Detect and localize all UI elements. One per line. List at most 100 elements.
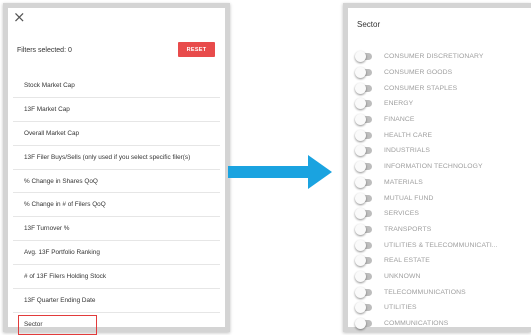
filter-item-13f-turnover[interactable]: 13F Turnover %: [13, 217, 220, 242]
sector-label: TELECOMMUNICATIONS: [384, 288, 466, 296]
sector-toggle-unknown[interactable]: UNKNOWN: [348, 269, 531, 285]
filter-item-change-in-filers[interactable]: % Change in # of Filers QoQ: [13, 193, 220, 218]
sector-list: CONSUMER DISCRETIONARY CONSUMER GOODS CO…: [348, 49, 531, 331]
toggle-switch-icon[interactable]: [355, 98, 372, 110]
filter-item-avg-portfolio-ranking[interactable]: Avg. 13F Portfolio Ranking: [13, 241, 220, 266]
toggle-switch-icon[interactable]: [355, 208, 372, 220]
arrow-right-icon: [228, 155, 332, 189]
filter-item-label: % Change in # of Filers QoQ: [24, 201, 106, 209]
filter-item-13f-filer-buys-sells[interactable]: 13F Filer Buys/Sells (only used if you s…: [13, 146, 220, 170]
sector-label: CONSUMER GOODS: [384, 69, 453, 77]
toggle-knob: [355, 161, 366, 173]
toggle-knob: [355, 67, 366, 79]
toggle-knob: [355, 129, 366, 141]
toggle-switch-icon[interactable]: [355, 145, 372, 157]
sector-toggle-transports[interactable]: TRANSPORTS: [348, 222, 531, 238]
filter-item-filers-holding-stock[interactable]: # of 13F Filers Holding Stock: [13, 265, 220, 290]
filter-item-overall-market-cap[interactable]: Overall Market Cap: [13, 122, 220, 146]
sector-toggle-industrials[interactable]: INDUSTRIALS: [348, 143, 531, 159]
sector-label: MATERIALS: [384, 178, 423, 186]
toggle-knob: [355, 98, 366, 110]
toggle-knob: [355, 286, 366, 298]
filter-item-label: 13F Filer Buys/Sells (only used if you s…: [24, 153, 191, 161]
toggle-switch-icon[interactable]: [355, 67, 372, 79]
filter-item-stock-market-cap[interactable]: Stock Market Cap: [13, 74, 220, 98]
filter-item-label: Avg. 13F Portfolio Ranking: [24, 249, 100, 257]
toggle-knob: [355, 223, 366, 235]
toggle-switch-icon[interactable]: [355, 270, 372, 282]
sector-label: COMMUNICATIONS: [384, 320, 449, 328]
toggle-switch-icon[interactable]: [355, 129, 372, 141]
toggle-switch-icon[interactable]: [355, 176, 372, 188]
toggle-knob: [355, 318, 366, 330]
sector-toggle-finance[interactable]: FINANCE: [348, 112, 531, 128]
toggle-knob: [355, 145, 366, 157]
toggle-switch-icon[interactable]: [355, 223, 372, 235]
filter-item-sector[interactable]: Sector: [13, 313, 220, 335]
filter-item-label: 13F Turnover %: [24, 225, 70, 233]
toggle-knob: [355, 114, 366, 126]
toggle-switch-icon[interactable]: [355, 51, 372, 63]
sector-toggle-consumer-discretionary[interactable]: CONSUMER DISCRETIONARY: [348, 49, 531, 65]
filters-selected-count: Filters selected: 0: [17, 47, 72, 54]
filter-item-label: # of 13F Filers Holding Stock: [24, 273, 107, 281]
toggle-knob: [355, 51, 366, 63]
filter-item-label: Stock Market Cap: [24, 81, 75, 89]
sector-toggle-materials[interactable]: MATERIALS: [348, 175, 531, 191]
reset-button[interactable]: RESET: [178, 42, 215, 57]
sector-toggle-real-estate[interactable]: REAL ESTATE: [348, 253, 531, 269]
sector-label: MUTUAL FUND: [384, 194, 434, 202]
sector-toggle-consumer-staples[interactable]: CONSUMER STAPLES: [348, 80, 531, 96]
toggle-knob: [355, 270, 366, 282]
sector-label: UTILITIES: [384, 304, 417, 312]
filter-item-label: 13F Market Cap: [24, 105, 70, 113]
toggle-switch-icon[interactable]: [355, 161, 372, 173]
sector-label: ENERGY: [384, 100, 414, 108]
toggle-knob: [355, 239, 366, 251]
sector-toggle-consumer-goods[interactable]: CONSUMER GOODS: [348, 65, 531, 81]
sector-toggle-utilities-telecommunications[interactable]: UTILITIES & TELECOMMUNICATI...: [348, 237, 531, 253]
sector-label: INDUSTRIALS: [384, 147, 431, 155]
sector-label: CONSUMER DISCRETIONARY: [384, 53, 484, 61]
toggle-switch-icon[interactable]: [355, 239, 372, 251]
sector-label: SERVICES: [384, 210, 420, 218]
sector-panel-title: Sector: [357, 20, 381, 29]
toggle-switch-icon[interactable]: [355, 255, 372, 267]
sector-label: UTILITIES & TELECOMMUNICATI...: [384, 241, 498, 249]
sector-toggle-health-care[interactable]: HEALTH CARE: [348, 127, 531, 143]
toggle-switch-icon[interactable]: [355, 114, 372, 126]
toggle-knob: [355, 192, 366, 204]
toggle-knob: [355, 176, 366, 188]
toggle-knob: [355, 82, 366, 94]
sector-toggle-services[interactable]: SERVICES: [348, 206, 531, 222]
sector-toggle-information-technology[interactable]: INFORMATION TECHNOLOGY: [348, 159, 531, 175]
toggle-switch-icon[interactable]: [355, 302, 372, 314]
toggle-knob: [355, 208, 366, 220]
filter-item-label: % Change in Shares QoQ: [24, 177, 98, 185]
sector-toggle-mutual-fund[interactable]: MUTUAL FUND: [348, 190, 531, 206]
sector-toggle-communications[interactable]: COMMUNICATIONS: [348, 316, 531, 332]
sector-panel: Sector CONSUMER DISCRETIONARY CONSUMER G…: [343, 3, 531, 332]
filter-item-label: Overall Market Cap: [24, 129, 80, 137]
toggle-switch-icon[interactable]: [355, 192, 372, 204]
sector-label: INFORMATION TECHNOLOGY: [384, 163, 483, 171]
filter-item-label: Sector: [24, 320, 43, 328]
filter-item-13f-market-cap[interactable]: 13F Market Cap: [13, 98, 220, 122]
sector-toggle-utilities[interactable]: UTILITIES: [348, 300, 531, 316]
filters-header: × Filters selected: 0 RESET: [8, 8, 225, 74]
sector-toggle-energy[interactable]: ENERGY: [348, 96, 531, 112]
sector-toggle-telecommunications[interactable]: TELECOMMUNICATIONS: [348, 284, 531, 300]
filter-item-quarter-ending-date[interactable]: 13F Quarter Ending Date: [13, 289, 220, 313]
sector-label: TRANSPORTS: [384, 225, 432, 233]
filter-list: Stock Market Cap 13F Market Cap Overall …: [13, 74, 220, 335]
sector-label: CONSUMER STAPLES: [384, 84, 458, 92]
close-icon[interactable]: ×: [13, 10, 27, 25]
sector-label: HEALTH CARE: [384, 131, 433, 139]
filter-item-change-in-shares[interactable]: % Change in Shares QoQ: [13, 170, 220, 194]
sector-label: FINANCE: [384, 116, 415, 124]
toggle-knob: [355, 255, 366, 267]
toggle-knob: [355, 302, 366, 314]
toggle-switch-icon[interactable]: [355, 82, 372, 94]
toggle-switch-icon[interactable]: [355, 318, 372, 330]
toggle-switch-icon[interactable]: [355, 286, 372, 298]
